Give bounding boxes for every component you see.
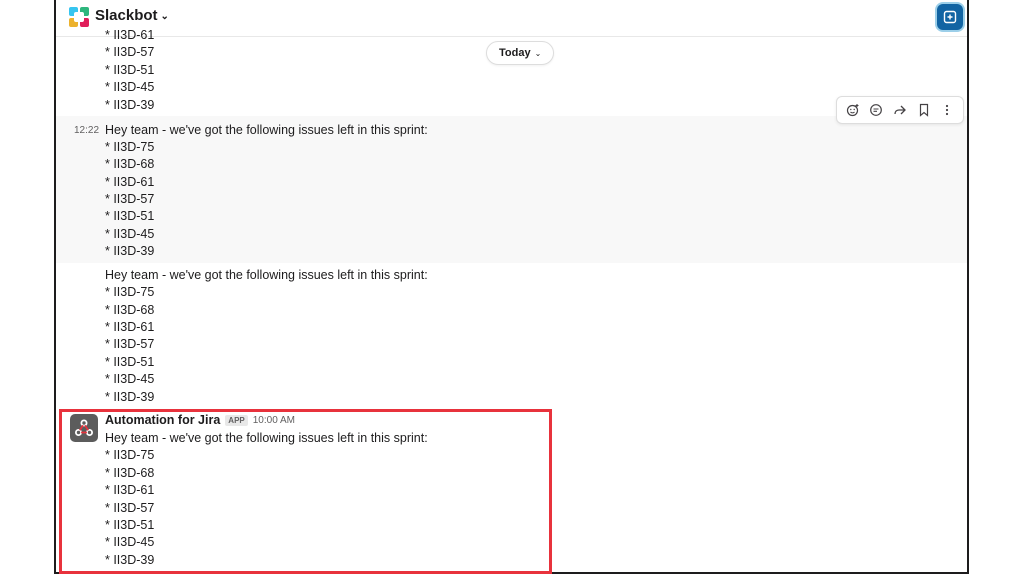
list-item: * II3D-75 <box>105 140 155 154</box>
message-header: Automation for Jira APP 10:00 AM <box>105 413 295 427</box>
date-divider-label: Today <box>499 47 531 59</box>
list-item: * II3D-57 <box>105 501 155 515</box>
list-item: * II3D-39 <box>105 390 155 404</box>
list-item: * II3D-51 <box>105 209 155 223</box>
sender-name-link[interactable]: Automation for Jira <box>105 413 220 427</box>
message-timestamp[interactable]: 12:22 <box>74 125 99 136</box>
add-reaction-icon[interactable] <box>842 99 864 121</box>
list-item: * II3D-45 <box>105 227 155 241</box>
list-item: * II3D-68 <box>105 303 155 317</box>
channel-header: Slackbot ⌄ <box>56 0 967 37</box>
bookmark-icon[interactable] <box>913 99 935 121</box>
more-actions-icon[interactable] <box>936 99 958 121</box>
reply-in-thread-icon[interactable] <box>865 99 887 121</box>
share-forward-icon[interactable] <box>889 99 911 121</box>
webhook-icon <box>75 419 93 436</box>
list-item: * II3D-75 <box>105 448 155 462</box>
app-badge: APP <box>225 414 248 426</box>
list-item: * II3D-45 <box>105 80 155 94</box>
list-item: * II3D-75 <box>105 285 155 299</box>
message-timestamp[interactable]: 10:00 AM <box>253 415 295 426</box>
list-item: * II3D-51 <box>105 63 155 77</box>
message-text: Hey team - we've got the following issue… <box>105 123 428 137</box>
list-item: * II3D-39 <box>105 244 155 258</box>
channel-title-button[interactable]: Slackbot ⌄ <box>95 7 169 24</box>
chevron-down-icon: ⌄ <box>160 11 169 22</box>
channel-title: Slackbot <box>95 7 158 24</box>
list-item: * II3D-61 <box>105 175 155 189</box>
date-divider-button[interactable]: Today ⌄ <box>486 41 555 65</box>
list-item: * II3D-51 <box>105 355 155 369</box>
list-item: * II3D-68 <box>105 466 155 480</box>
list-item: * II3D-39 <box>105 553 155 567</box>
list-item: * II3D-61 <box>105 28 155 42</box>
avatar[interactable] <box>70 414 98 442</box>
chevron-down-icon: ⌄ <box>534 49 542 58</box>
message-list: * II3D-61 * II3D-57 * II3D-51 * II3D-45 … <box>56 28 967 572</box>
slackbot-logo-icon <box>69 7 89 27</box>
list-item: * II3D-57 <box>105 45 155 59</box>
list-item: * II3D-61 <box>105 320 155 334</box>
list-item: * II3D-39 <box>105 98 155 112</box>
message-actions-toolbar <box>836 96 964 124</box>
list-item: * II3D-51 <box>105 518 155 532</box>
list-item: * II3D-57 <box>105 192 155 206</box>
list-item: * II3D-57 <box>105 337 155 351</box>
compose-canvas-button[interactable] <box>937 4 963 30</box>
slack-window: Slackbot ⌄ * II3D-61 * II3D-57 * II3D-51… <box>54 0 969 574</box>
list-item: * II3D-61 <box>105 483 155 497</box>
message-text: Hey team - we've got the following issue… <box>105 268 428 282</box>
list-item: * II3D-68 <box>105 157 155 171</box>
list-item: * II3D-45 <box>105 535 155 549</box>
message-text: Hey team - we've got the following issue… <box>105 431 428 445</box>
list-item: * II3D-45 <box>105 372 155 386</box>
canvas-icon <box>943 10 957 24</box>
